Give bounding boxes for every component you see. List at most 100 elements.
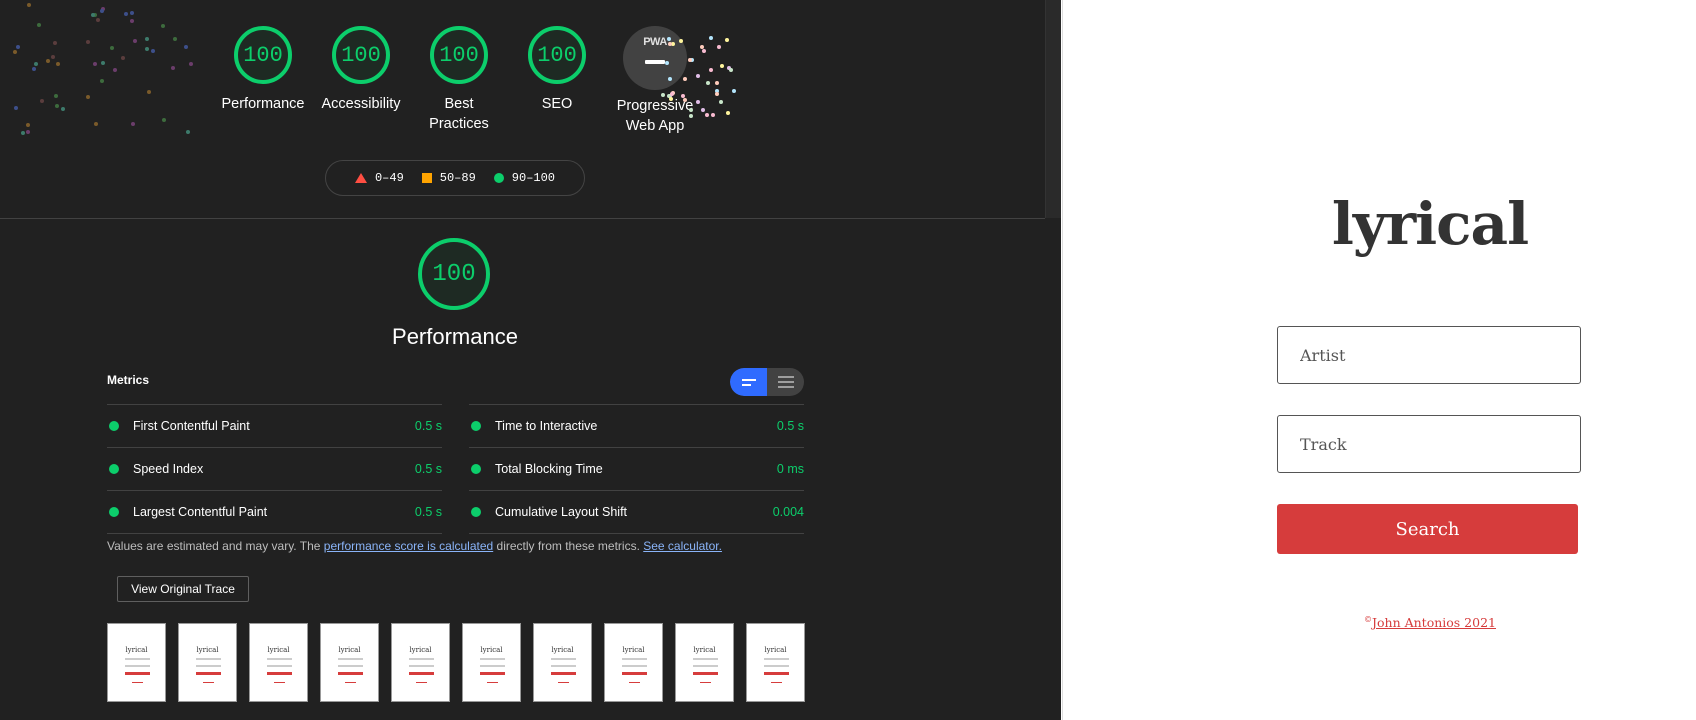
frame-input [267,658,292,660]
confetti-dot [144,47,149,52]
confetti-dot [120,56,125,61]
pass-circle-icon [471,507,481,517]
confetti-dot [50,55,55,60]
confetti-dot [706,81,711,86]
confetti-dot [700,108,705,113]
confetti-dot [731,89,736,94]
confetti-dot [724,38,729,43]
view-original-trace-button[interactable]: View Original Trace [117,576,249,602]
confetti-dot [700,44,705,49]
note-text: Values are estimated and may vary. The [107,539,324,553]
confetti-dot [85,39,90,44]
frame-logo: lyrical [267,646,290,654]
accessibility-score: 100 [332,26,390,84]
confetti-dot [683,76,688,81]
metrics-column-left: First Contentful Paint 0.5 s Speed Index 0… [107,404,442,534]
confetti-dot [86,95,91,100]
confetti-dot [660,93,665,98]
frame-footer [558,682,569,683]
frame-logo: lyrical [693,646,716,654]
confetti-dot [99,8,104,13]
confetti-dot [21,131,25,136]
metric-value: 0.5 s [776,419,804,433]
frame-button [196,672,221,675]
confetti-dot [53,41,58,46]
filmstrip-frame: lyrical [391,623,450,702]
metric-row: Time to Interactive 0.5 s [469,404,804,447]
frame-input [622,658,647,660]
filmstrip: lyrical lyrical lyrical lyrical lyrical lyric… [107,623,807,702]
metrics-column-right: Time to Interactive 0.5 s Total Blocking … [469,404,804,534]
metrics-note: Values are estimated and may vary. The p… [107,539,722,553]
frame-footer [771,682,782,683]
frame-button [551,672,576,675]
triangle-icon [354,173,367,183]
confetti-dot [680,93,685,98]
confetti-dot [186,129,191,134]
frame-input [693,665,718,667]
pass-circle-icon [109,507,119,517]
confetti-dot [100,78,105,83]
confetti-dot [26,129,31,134]
confetti-dot [26,123,31,128]
scrollbar[interactable] [1045,0,1061,218]
legend-fail-label: 0–49 [374,171,404,185]
score-legend: 0–49 50–89 90–100 [325,160,585,196]
gauge-pwa[interactable]: PWA Progressive Web App [607,26,703,136]
calculator-link[interactable]: See calculator. [643,539,722,553]
confetti-dot [183,45,188,50]
confetti-dot [151,49,156,54]
artist-input[interactable] [1277,326,1581,384]
pass-circle-icon [471,421,481,431]
gauge-performance[interactable]: 100 Performance [215,26,311,114]
filmstrip-frame: lyrical [107,623,166,702]
confetti-dot [13,105,18,110]
frame-logo: lyrical [125,646,148,654]
metric-value: 0.004 [772,505,804,519]
legend-pass-label: 90–100 [511,171,556,185]
frame-input [196,658,221,660]
metric-value: 0 ms [776,462,804,476]
confetti-dot [729,68,734,73]
frame-footer [345,682,356,683]
compact-view-button[interactable] [730,368,767,396]
confetti-dot [16,45,21,50]
confetti-dot [124,12,129,17]
confetti-dot [31,66,36,71]
confetti-dot [666,37,671,42]
score-calculation-link[interactable]: performance score is calculated [324,539,493,553]
confetti-dot [667,76,672,81]
frame-input [125,658,150,660]
confetti-dot [110,46,115,51]
pwa-badge-icon: PWA [623,26,687,90]
confetti-dot [55,62,60,67]
frame-footer [487,682,498,683]
gauge-seo[interactable]: 100 SEO [509,26,605,114]
confetti-dot [705,112,710,117]
confetti-dot [46,58,51,63]
metric-value: 0.5 s [414,462,442,476]
report-summary-header: 100 Performance 100 Accessibility 100 Be… [0,0,1045,219]
metric-label: Cumulative Layout Shift [495,505,628,519]
expanded-view-button[interactable] [767,368,804,396]
legend-fail: 0–49 [354,171,404,185]
divider [107,533,442,534]
pass-circle-icon [109,464,119,474]
gauge-label: Accessibility [321,96,401,112]
frame-footer [629,682,640,683]
author-link[interactable]: John Antonios 2021 [1372,615,1496,630]
confetti-dot [173,37,178,42]
metric-label: Speed Index [133,462,204,476]
metrics-view-toggle[interactable] [730,368,804,396]
filmstrip-frame: lyrical [178,623,237,702]
frame-footer [132,682,143,683]
confetti-dot [93,61,98,66]
gauge-label: SEO [541,96,573,112]
gauge-accessibility[interactable]: 100 Accessibility [313,26,409,114]
search-button[interactable]: Search [1277,504,1578,554]
frame-logo: lyrical [338,646,361,654]
frame-button [338,672,363,675]
gauge-best-practices[interactable]: 100 Best Practices [411,26,507,134]
confetti-dot [726,110,731,115]
track-input[interactable] [1277,415,1581,473]
